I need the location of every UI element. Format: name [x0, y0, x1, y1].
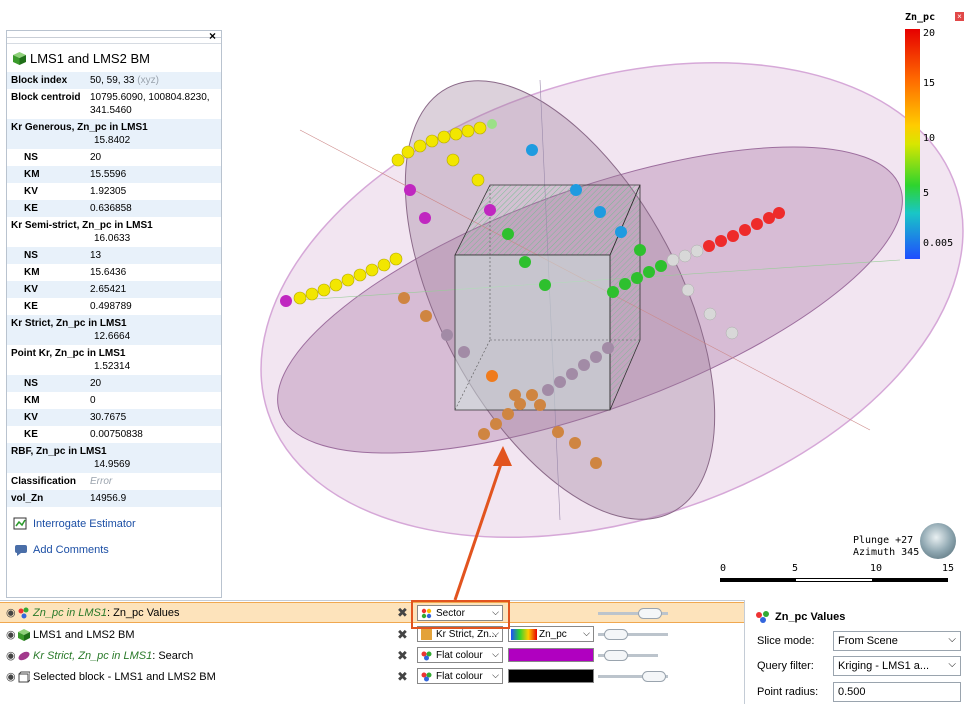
block-properties-panel: × LMS1 and LMS2 BM Block index 50, 59, 3…: [6, 30, 222, 598]
azimuth-text: Azimuth 345: [853, 547, 920, 558]
eye-icon[interactable]: ◉: [6, 670, 16, 683]
kv-row: KE 0.636858: [7, 200, 221, 217]
legend-tick: 20: [923, 28, 936, 39]
scene-row-search[interactable]: ◉ Kr Strict, Zn_pc in LMS1: Search ✖ Fla…: [0, 645, 744, 666]
add-comments-link[interactable]: Add Comments: [7, 537, 221, 563]
properties-title: Zn_pc Values: [755, 610, 845, 624]
kr-strict-section: Kr Strict, Zn_pc in LMS1 12.6664: [7, 315, 221, 345]
kv-row: KE 0.00750838: [24, 429, 143, 440]
legend-tick: 10: [923, 133, 936, 144]
kv-row: NS 20: [7, 375, 221, 392]
eye-icon[interactable]: ◉: [6, 628, 16, 641]
block-centroid-row: Block centroid 10795.6090, 100804.8230, 3…: [11, 92, 210, 116]
eye-icon[interactable]: ◉: [6, 606, 16, 619]
kv-row: KE 0.498789: [24, 301, 132, 312]
comment-icon: [13, 543, 29, 557]
delete-icon[interactable]: ✖: [397, 669, 408, 685]
ellipsoid-icon: [18, 650, 30, 662]
interrogate-estimator-link[interactable]: Interrogate Estimator: [7, 511, 221, 537]
classification-row: Classification Error: [11, 476, 113, 487]
kr-generous-section: Kr Generous, Zn_pc in LMS1 15.8402: [7, 119, 221, 149]
colour-mode-dropdown[interactable]: Flat colour ⌵: [417, 668, 503, 684]
legend-tick: 5: [923, 188, 930, 199]
kv-row: NS 13: [7, 247, 221, 264]
callout-highlight-box: [411, 600, 510, 629]
point-radius-label: Point radius:: [757, 686, 819, 698]
legend-tick: 15: [923, 78, 936, 89]
color-legend: Zn_pc × 20 15 10 5 0.005: [905, 12, 964, 259]
panel-title: LMS1 and LMS2 BM: [7, 44, 221, 72]
cube-icon: [18, 628, 30, 641]
slider-knob[interactable]: [638, 608, 662, 619]
block-index-row: Block index 50, 59, 33 (xyz): [7, 72, 221, 89]
delete-icon[interactable]: ✖: [397, 627, 408, 643]
delete-icon[interactable]: ✖: [397, 605, 408, 621]
scene-row-block-model[interactable]: ◉ LMS1 and LMS2 BM ✖ Kr Strict, Zn... ⌵ Z…: [0, 624, 744, 645]
kv-row: KM 0: [24, 395, 96, 406]
colour-mode-dropdown[interactable]: Flat colour ⌵: [417, 647, 503, 663]
scene-list: ◉ Zn_pc in LMS1: Zn_pc Values ✖ Sector ⌵ …: [0, 600, 744, 704]
legend-close-icon[interactable]: ×: [955, 12, 964, 21]
kv-row: KV 30.7675: [7, 409, 221, 426]
scale-label: 10: [870, 563, 883, 574]
palette-icon: [421, 671, 432, 682]
cube-icon: [13, 51, 26, 65]
slider-knob[interactable]: [604, 650, 628, 661]
slider-knob[interactable]: [642, 671, 666, 682]
colour-swatch[interactable]: [508, 669, 594, 683]
point-radius-input[interactable]: 0.500: [833, 682, 961, 702]
scale-label: 5: [792, 563, 799, 574]
orientation-readout: Plunge +27 Azimuth 345: [853, 535, 919, 559]
points-icon: [755, 610, 771, 624]
query-filter-label: Query filter:: [757, 660, 814, 672]
kv-row: KV 2.65421: [7, 281, 221, 298]
globe-icon[interactable]: [920, 523, 956, 559]
vol-zn-row: vol_Zn 14956.9: [7, 490, 221, 507]
scale-bar: 0 5 10 15: [720, 563, 954, 596]
scene-row-selected-block[interactable]: ◉ Selected block - LMS1 and LMS2 BM ✖ Fl…: [0, 666, 744, 687]
query-filter-select[interactable]: Kriging - LMS1 a... ⌵: [833, 656, 961, 676]
object-properties-panel: Zn_pc Values Slice mode: From Scene ⌵ Que…: [744, 600, 966, 704]
legend-tick: 0.005: [923, 238, 954, 249]
eye-icon[interactable]: ◉: [6, 649, 16, 662]
kv-row: NS 20: [24, 152, 102, 163]
legend-color-bar: [905, 29, 920, 259]
close-icon[interactable]: ×: [209, 31, 216, 43]
point-kr-section: Point Kr, Zn_pc in LMS1 1.52314: [11, 348, 131, 372]
legend-title: Zn_pc: [905, 12, 936, 23]
interrogate-icon: [13, 517, 29, 531]
scene-row-zn-values[interactable]: ◉ Zn_pc in LMS1: Zn_pc Values ✖ Sector ⌵: [0, 602, 744, 623]
block-icon: [18, 671, 31, 683]
scale-label: 15: [942, 563, 955, 574]
rbf-section: RBF, Zn_pc in LMS1 14.9569: [7, 443, 221, 473]
colormap-dropdown[interactable]: Zn_pc ⌵: [508, 626, 594, 642]
slider-knob[interactable]: [604, 629, 628, 640]
scale-label: 0: [720, 563, 727, 574]
palette-icon: [421, 650, 432, 661]
points-icon: [18, 607, 30, 619]
slice-mode-label: Slice mode:: [757, 635, 815, 647]
colour-swatch[interactable]: [508, 648, 594, 662]
estimator-icon: [421, 629, 432, 640]
kr-semi-section: Kr Semi-strict, Zn_pc in LMS1 16.0633: [11, 220, 153, 244]
kv-row: KV 1.92305: [24, 186, 127, 197]
kv-row: KM 15.5596: [7, 166, 221, 183]
plunge-text: Plunge +27: [853, 535, 914, 546]
panel-grip[interactable]: ×: [7, 31, 221, 44]
delete-icon[interactable]: ✖: [397, 648, 408, 664]
kv-row: KM 15.6436: [24, 267, 127, 278]
slice-mode-select[interactable]: From Scene ⌵: [833, 631, 961, 651]
